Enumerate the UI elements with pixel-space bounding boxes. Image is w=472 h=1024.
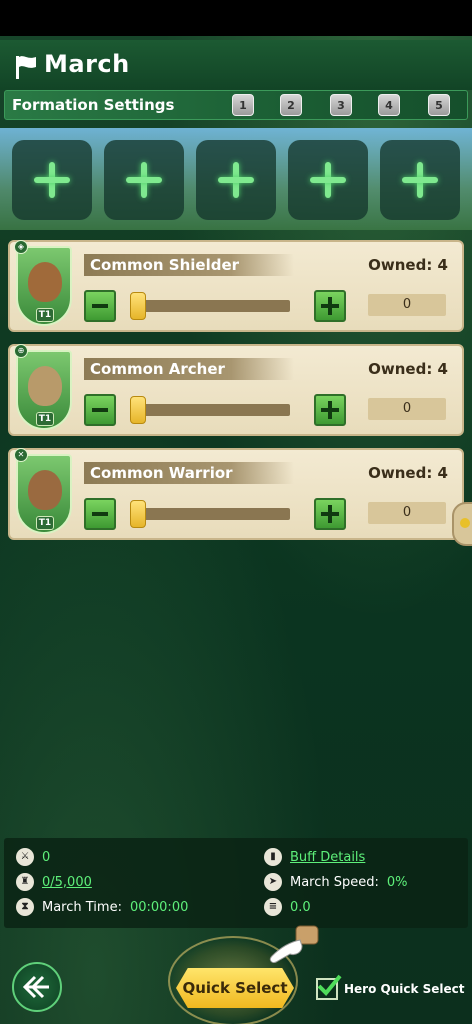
- buff-details-row: ▮ Buff Details: [264, 848, 365, 866]
- quantity-input[interactable]: 0: [368, 398, 446, 420]
- plus-icon: [321, 297, 339, 315]
- march-speed-value: 0%: [386, 874, 408, 890]
- troop-count-link[interactable]: 0/5,000: [42, 875, 92, 890]
- unit-portrait: T1: [16, 454, 72, 534]
- troop-count-row: ♜ 0/5,000: [16, 873, 92, 891]
- formation-slot-number: 4: [385, 98, 393, 112]
- owned-count: Owned: 4: [368, 256, 448, 274]
- plus-icon: [308, 160, 348, 200]
- running-icon: ➤: [264, 873, 282, 891]
- decrease-button[interactable]: [84, 498, 116, 530]
- sword-icon: ⚔: [16, 848, 34, 866]
- power-value: 0: [42, 849, 51, 865]
- unit-name: Common Archer: [84, 358, 294, 380]
- formation-settings-label: Formation Settings: [12, 96, 175, 114]
- quantity-slider[interactable]: [130, 404, 290, 416]
- tier-badge: T1: [36, 516, 54, 530]
- quantity-slider[interactable]: [130, 508, 290, 520]
- formation-slot-2[interactable]: 2: [280, 94, 302, 116]
- plus-icon: [216, 160, 256, 200]
- increase-button[interactable]: [314, 498, 346, 530]
- plus-icon: [124, 160, 164, 200]
- formation-slot-4[interactable]: 4: [378, 94, 400, 116]
- unit-name: Common Shielder: [84, 254, 294, 276]
- plus-icon: [321, 401, 339, 419]
- hourglass-icon: ⧗: [16, 898, 34, 916]
- swords-icon: ✕: [14, 448, 28, 462]
- formation-slot-number: 1: [239, 98, 247, 112]
- unit-portrait: T1: [16, 350, 72, 430]
- slider-handle[interactable]: [130, 292, 146, 320]
- unit-card-archer: T1 ⊕ Common Archer Owned: 4 0: [8, 344, 464, 436]
- shield-icon: ◈: [14, 240, 28, 254]
- unit-card-shielder: T1 ◈ Common Shielder Owned: 4 0: [8, 240, 464, 332]
- minus-icon: [92, 512, 108, 516]
- power-row: ⚔ 0: [16, 848, 50, 866]
- weasel-unit-avatar: [28, 470, 62, 510]
- hero-slot-4[interactable]: [288, 140, 368, 220]
- formation-slot-number: 5: [435, 98, 443, 112]
- hero-slot-3[interactable]: [196, 140, 276, 220]
- flag-icon: [16, 56, 36, 79]
- bow-icon: ⊕: [14, 344, 28, 358]
- formation-slot-number: 3: [337, 98, 345, 112]
- slider-handle[interactable]: [130, 396, 146, 424]
- increase-button[interactable]: [314, 394, 346, 426]
- hero-quick-select-label: Hero Quick Select: [344, 982, 465, 996]
- hero-slot-1[interactable]: [12, 140, 92, 220]
- hero-quick-select-checkbox[interactable]: [316, 974, 342, 1000]
- plus-icon: [321, 505, 339, 523]
- formation-slot-5[interactable]: 5: [428, 94, 450, 116]
- back-arrow-icon: [23, 975, 49, 999]
- decrease-button[interactable]: [84, 290, 116, 322]
- owned-count: Owned: 4: [368, 464, 448, 482]
- quantity-input[interactable]: 0: [368, 294, 446, 316]
- decrease-button[interactable]: [84, 394, 116, 426]
- formation-slot-3[interactable]: 3: [330, 94, 352, 116]
- back-button[interactable]: [12, 962, 62, 1012]
- load-value: 0.0: [290, 899, 311, 915]
- tier-badge: T1: [36, 412, 54, 426]
- side-expand-tab[interactable]: [452, 502, 472, 546]
- checkmark-icon: [317, 974, 342, 996]
- hero-slot-5[interactable]: [380, 140, 460, 220]
- page-title: March: [44, 50, 130, 78]
- cart-icon: ≡: [264, 898, 282, 916]
- unit-name: Common Warrior: [84, 462, 294, 484]
- plus-icon: [32, 160, 72, 200]
- owned-count: Owned: 4: [368, 360, 448, 378]
- troops-icon: ♜: [16, 873, 34, 891]
- owl-unit-avatar: [28, 366, 62, 406]
- quantity-slider[interactable]: [130, 300, 290, 312]
- buff-details-link[interactable]: Buff Details: [290, 850, 365, 865]
- march-time-label: March Time:: [42, 899, 122, 915]
- tier-badge: T1: [36, 308, 54, 322]
- increase-button[interactable]: [314, 290, 346, 322]
- slider-handle[interactable]: [130, 500, 146, 528]
- load-row: ≡ 0.0: [264, 898, 311, 916]
- coin-icon: [460, 518, 470, 528]
- bar-chart-icon: ▮: [264, 848, 282, 866]
- quantity-input[interactable]: 0: [368, 502, 446, 524]
- unit-card-warrior: T1 ✕ Common Warrior Owned: 4 0: [8, 448, 464, 540]
- minus-icon: [92, 304, 108, 308]
- march-speed-label: March Speed:: [290, 874, 379, 890]
- bear-unit-avatar: [28, 262, 62, 302]
- march-speed-row: ➤ March Speed: 0%: [264, 873, 408, 891]
- quick-select-button[interactable]: Quick Select: [176, 968, 294, 1008]
- unit-portrait: T1: [16, 246, 72, 326]
- march-time-row: ⧗ March Time: 00:00:00: [16, 898, 188, 916]
- march-time-value: 00:00:00: [129, 899, 189, 915]
- pointing-hand-icon: [269, 925, 319, 963]
- plus-icon: [400, 160, 440, 200]
- hero-slot-2[interactable]: [104, 140, 184, 220]
- minus-icon: [92, 408, 108, 412]
- formation-slot-number: 2: [287, 98, 295, 112]
- status-bar: [0, 0, 472, 36]
- formation-slot-1[interactable]: 1: [232, 94, 254, 116]
